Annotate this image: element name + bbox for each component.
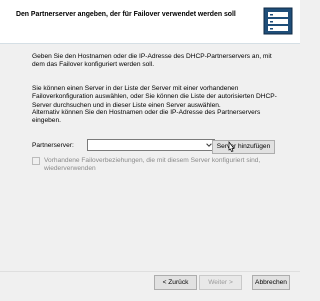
next-button[interactable]: Weiter > <box>199 275 242 290</box>
partner-server-combobox[interactable] <box>87 139 215 151</box>
add-server-button[interactable]: Server hinzufügen <box>212 140 275 154</box>
description-text: Sie können einen Server in der Liste der… <box>32 85 277 109</box>
partner-server-label: Partnerserver: <box>32 142 74 149</box>
alternative-text: Alternativ können Sie den Hostnamen oder… <box>32 109 261 125</box>
wizard-server-icon <box>263 7 293 35</box>
wizard-header: Den Partnerserver angeben, der für Failo… <box>0 0 300 44</box>
reuse-relationships-label: Vorhandene Failoverbeziehungen, die mit … <box>44 157 261 173</box>
page-title: Den Partnerserver angeben, der für Failo… <box>16 11 236 18</box>
cancel-button[interactable]: Abbrechen <box>252 275 290 290</box>
back-button[interactable]: < Zurück <box>154 275 197 290</box>
reuse-relationships-checkbox[interactable] <box>32 157 40 165</box>
intro-text: Geben Sie den Hostnamen oder die IP-Adre… <box>32 53 272 69</box>
